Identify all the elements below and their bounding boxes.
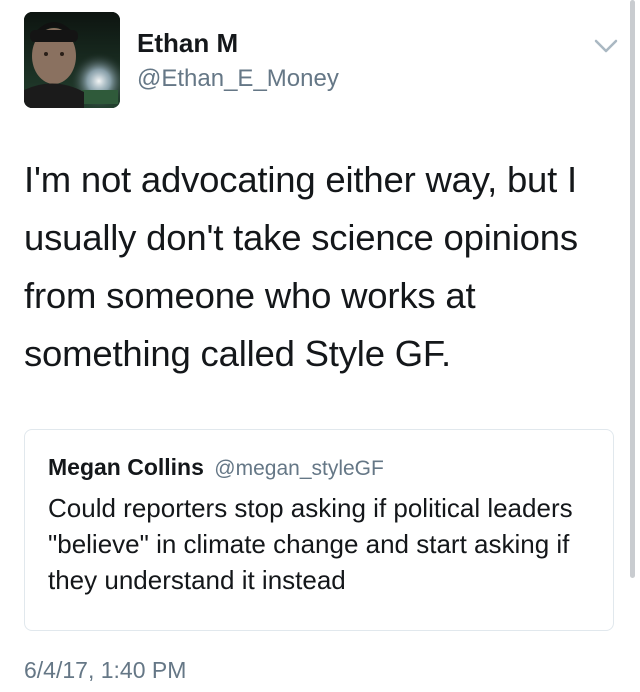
quoted-tweet-author-handle: @megan_styleGF [214, 457, 384, 480]
tweet-timestamp[interactable]: 6/4/17, 1:40 PM [24, 657, 186, 684]
quoted-tweet-card[interactable]: Megan Collins @megan_styleGF Could repor… [24, 429, 614, 631]
scrollbar[interactable] [630, 0, 635, 578]
author-name[interactable]: Ethan M [137, 28, 238, 59]
author-avatar[interactable] [24, 12, 120, 108]
quoted-tweet-text: Could reporters stop asking if political… [48, 493, 573, 595]
avatar-photo-icon [24, 12, 120, 108]
tweet-text: I'm not advocating either way, but I usu… [24, 159, 578, 374]
quoted-tweet-header: Megan Collins @megan_styleGF [48, 454, 384, 481]
quoted-tweet-author-name: Megan Collins [48, 454, 204, 480]
chevron-down-icon[interactable] [594, 38, 618, 54]
author-handle[interactable]: @Ethan_E_Money [137, 65, 339, 93]
